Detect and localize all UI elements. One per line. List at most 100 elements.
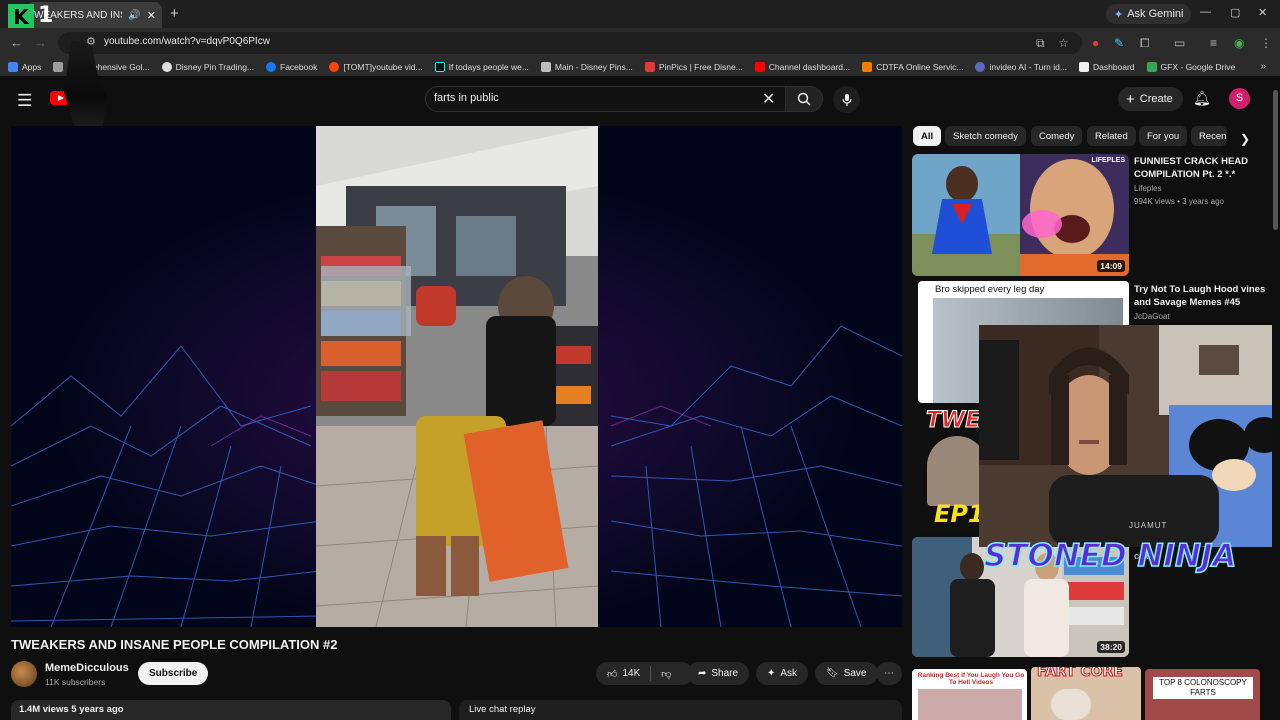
thumbnail-image [912,154,1129,276]
search-button[interactable] [785,86,823,112]
related-title[interactable]: Try Not To Laugh Hood vines and Savage M… [1134,283,1270,309]
channel-badge: LIFEPLES [1091,157,1125,164]
dislike-icon[interactable]: 👎︎ [661,668,671,680]
share-label: Share [711,668,739,679]
menu-icon[interactable]: ⋮ [1260,36,1272,50]
streamer-webcam-overlay: JUAMUT [979,325,1280,547]
more-actions-button[interactable]: ⋯ [876,662,902,685]
back-icon[interactable]: ← [10,35,23,50]
account-avatar[interactable]: S [1229,88,1250,109]
thumbnail-image [1051,689,1091,720]
duration-badge: 38:20 [1097,641,1125,653]
overlay-k-logo: K [8,4,34,30]
bookmark-star-icon[interactable]: ☆ [1058,36,1069,50]
forward-icon[interactable]: → [34,35,47,50]
thumbnail-headline: TOP 8 COLONOSCOPY FARTS [1153,677,1253,699]
stoned-ninja-overlay-text: STONED NINJA [983,537,1237,575]
ask-button[interactable]: ✦ Ask [756,662,809,685]
new-tab-icon[interactable]: + [170,5,179,22]
bookmark-favicon [644,62,655,72]
profile-icon[interactable]: ◉ [1234,36,1244,50]
channel-avatar[interactable] [11,661,37,687]
media-controls-icon[interactable]: ≡ [1210,36,1217,50]
bookmark-item[interactable]: Disney Pin Trading... [161,62,254,72]
bookmark-item[interactable]: CDTFA Online Servic... [862,62,963,72]
window-close-icon[interactable]: ✕ [1258,6,1267,19]
ask-gemini-button[interactable]: ✦ Ask Gemini [1106,4,1192,24]
chip-for-you[interactable]: For you [1139,126,1188,146]
speaker-icon[interactable]: 🔊 [128,10,140,21]
overlay-1-logo: 1 [38,3,54,28]
chip-related[interactable]: Related [1087,126,1136,146]
install-app-icon[interactable]: ⧉ [1036,36,1045,51]
extensions-puzzle-icon[interactable]: ⧠ [1140,36,1150,51]
bookmark-item[interactable]: GFX - Google Drive [1146,62,1235,72]
thumbnail-headline: Ranking Best If You Laugh You Go To Hell… [917,672,1025,686]
bookmark-apps[interactable]: Apps [8,62,41,72]
browser-tab-bar [0,0,1280,28]
video-title: TWEAKERS AND INSANE PEOPLE COMPILATION #… [11,637,338,652]
bookmarks-bar: Apps Comprehensive Gol... Disney Pin Tra… [0,58,1280,76]
scrollbar-thumb[interactable] [1273,90,1278,230]
channel-name[interactable]: MemeDicculous [45,662,129,674]
like-count[interactable]: 14K [622,668,640,679]
google-drive-icon [1146,62,1157,72]
notifications-bell-icon[interactable]: 🔔︎ [1193,90,1211,107]
voice-search-button[interactable] [833,86,860,113]
bookmark-favicon [53,62,64,72]
related-thumbnail-1[interactable]: LIFEPLES 14:09 [912,154,1129,276]
chip-recent[interactable]: Recen [1191,126,1227,146]
like-dislike-group: 👍︎ 14K 👎︎ [596,662,693,685]
maximize-icon[interactable]: ▢ [1230,6,1240,19]
video-description-box[interactable]: 1.4M views 5 years ago [11,700,451,720]
sparkle-icon: ✦ [767,668,776,679]
bookmark-item[interactable]: Channel dashboard... [754,62,850,72]
related-channel[interactable]: Lifeples [1134,184,1162,193]
bookmark-icon: 🔖︎ [826,668,839,679]
bookmark-favicon [975,62,986,72]
create-button[interactable]: + Create [1118,87,1183,111]
thumbnail-episode: EP1 [934,500,985,528]
save-button[interactable]: 🔖︎ Save [815,662,878,685]
clear-search-icon[interactable]: ✕ [762,89,775,109]
tab-search-icon[interactable]: ▭ [1174,36,1185,50]
chip-sketch-comedy[interactable]: Sketch comedy [945,126,1026,146]
bookmark-item[interactable]: [TOMT]youtube vid... [329,62,423,72]
bookmark-item[interactable]: If todays people we... [434,62,529,72]
live-chat-replay[interactable]: Live chat replay [459,700,902,720]
more-bookmarks-icon[interactable]: » [1260,61,1266,72]
thumbnail-caption: Bro skipped every leg day [935,284,1045,295]
bookmark-item[interactable]: PinPics | Free Disne... [644,62,743,72]
related-thumbnail-6[interactable]: FART CORE [1031,667,1141,720]
url-text[interactable]: youtube.com/watch?v=dqvP0Q6PIcw [104,36,270,47]
bookmark-favicon [540,62,551,72]
youtube-icon [754,62,765,72]
video-player[interactable] [11,126,902,627]
related-thumbnail-7[interactable]: TOP 8 COLONOSCOPY FARTS [1145,669,1260,720]
share-button[interactable]: ➦ Share [687,662,750,685]
close-tab-icon[interactable]: ✕ [147,9,156,22]
thumbnail-headline: FART CORE [1037,667,1124,681]
bookmark-item[interactable]: Dashboard [1078,62,1135,72]
duration-badge: 14:09 [1097,260,1125,272]
minimize-icon[interactable]: — [1200,6,1211,18]
video-frame [316,126,598,627]
chip-all[interactable]: All [913,126,942,146]
reddit-icon [329,62,340,72]
chevron-right-icon[interactable]: ❯ [1240,132,1250,146]
chip-comedy[interactable]: Comedy [1031,126,1083,146]
facebook-icon [266,62,277,72]
bookmark-item[interactable]: Main - Disney Pins... [540,62,633,72]
ask-gemini-label: Ask Gemini [1127,8,1184,20]
hamburger-menu-icon[interactable]: ☰ [17,91,32,111]
extension-icon[interactable]: ● [1092,36,1099,50]
related-title[interactable]: FUNNIEST CRACK HEAD COMPILATION Pt. 2 *.… [1134,155,1270,181]
related-thumbnail-5[interactable]: Ranking Best If You Laugh You Go To Hell… [912,669,1027,720]
bookmark-item[interactable]: Facebook [266,62,317,72]
related-channel[interactable]: JcDaGoat [1134,312,1170,321]
search-query-text[interactable]: farts in public [434,92,499,104]
bookmark-item[interactable]: invideo AI - Turn id... [975,62,1067,72]
subscribe-button[interactable]: Subscribe [138,662,209,685]
extension-icon[interactable]: ✎ [1114,36,1124,50]
like-icon[interactable]: 👍︎ [607,668,617,680]
